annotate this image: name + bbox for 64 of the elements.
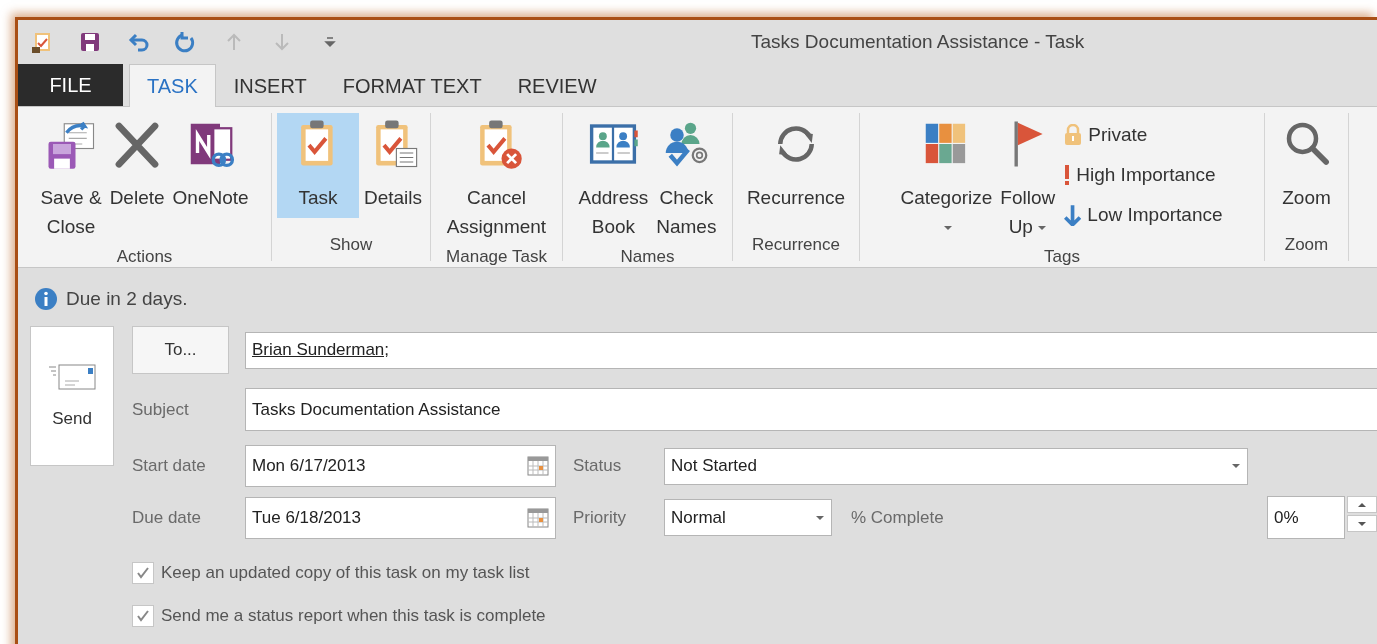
field-label: Priority: [573, 507, 627, 528]
info-message: Due in 2 days.: [66, 288, 188, 310]
field-label: Status: [573, 456, 623, 476]
ribbon-tab[interactable]: FORMAT TEXT: [324, 65, 500, 107]
checkbox-label: Keep an updated copy of this task on my task list: [161, 563, 530, 583]
field-label: Start date: [132, 456, 207, 476]
check-icon: [135, 608, 151, 624]
field-label: Subject: [132, 399, 190, 420]
delete-button[interactable]: Delete: [106, 113, 168, 218]
ribbon-tab[interactable]: TASK: [129, 64, 216, 107]
priority-dropdown[interactable]: Normal: [664, 499, 832, 536]
spin-up-button[interactable]: [1347, 496, 1377, 513]
details-button[interactable]: Details: [360, 113, 426, 218]
recurrence-button[interactable]: Recurrence: [743, 113, 849, 218]
onenote-button[interactable]: OneNote: [169, 113, 252, 218]
group-label: Names: [619, 247, 676, 267]
task-button[interactable]: Task: [276, 113, 359, 218]
down-caret-icon: [1357, 520, 1367, 527]
down-arrow-icon: [1064, 204, 1082, 226]
zoom-button[interactable]: Zoom: [1276, 113, 1337, 218]
up-caret-icon: [1357, 501, 1367, 508]
calendar-icon[interactable]: [527, 456, 549, 476]
to-field[interactable]: Brian Sunderman;: [245, 331, 1377, 369]
group-label: Tags: [1043, 247, 1081, 267]
date-field[interactable]: Mon 6/17/2013: [245, 445, 556, 487]
caret-icon: [1231, 463, 1241, 469]
group-label: Show: [328, 235, 374, 256]
cancel-button[interactable]: Cancel Assignment: [443, 113, 550, 247]
ribbon-tab[interactable]: INSERT: [215, 65, 325, 107]
date-field[interactable]: Tue 6/18/2013: [245, 496, 556, 539]
caret-icon: [815, 514, 825, 521]
group-label: Recurrence: [751, 235, 841, 256]
save-icon[interactable]: [78, 30, 102, 54]
percent-field[interactable]: 0%: [1267, 496, 1345, 539]
save-close-button[interactable]: Save & Close: [37, 113, 105, 247]
calendar-icon[interactable]: [527, 507, 549, 528]
high-button[interactable]: High Importance: [1060, 157, 1227, 193]
envelope-icon: [47, 363, 97, 391]
field-label: % Complete: [851, 507, 944, 528]
check-icon: [135, 565, 151, 581]
send-button[interactable]: Send: [30, 326, 114, 466]
checkbox[interactable]: [132, 605, 154, 627]
checkbox[interactable]: [132, 562, 154, 584]
lock-icon: [1064, 124, 1083, 146]
follow-up-button[interactable]: Follow Up: [997, 113, 1059, 247]
checkbox-label: Send me a status report when this task is complete: [161, 606, 546, 626]
status-dropdown[interactable]: Not Started: [664, 447, 1248, 485]
subject-field[interactable]: Tasks Documentation Assistance: [245, 388, 1377, 431]
window-title: Tasks Documentation Assistance - Task: [751, 31, 1085, 53]
private-button[interactable]: Private: [1060, 117, 1227, 153]
group-label: Zoom: [1283, 235, 1330, 256]
info-icon: [34, 287, 58, 311]
exclamation-icon: [1064, 164, 1071, 186]
low-button[interactable]: Low Importance: [1060, 197, 1227, 233]
field-label: Due date: [132, 507, 202, 528]
check-names-button[interactable]: Check Names: [653, 113, 720, 247]
group-label: Actions: [115, 247, 174, 267]
categorize-button[interactable]: Categorize: [897, 113, 996, 247]
group-label: Manage Task: [445, 247, 548, 267]
spin-down-button[interactable]: [1347, 515, 1377, 532]
address-book-button[interactable]: Address Book: [575, 113, 652, 247]
ribbon-tab[interactable]: REVIEW: [499, 65, 615, 107]
file-tab[interactable]: FILE: [18, 64, 123, 106]
to-button[interactable]: To...: [132, 326, 229, 374]
